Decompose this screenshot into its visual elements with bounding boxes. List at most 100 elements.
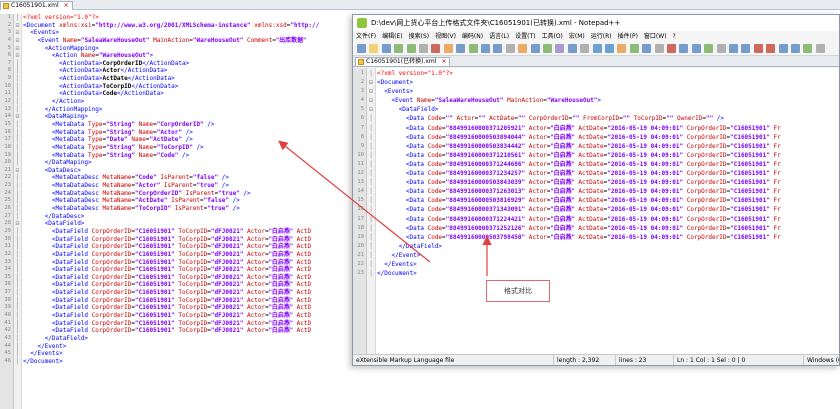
code-token: "2016-05-19 04:09:01" <box>607 206 684 214</box>
toolbar-button-icon[interactable] <box>667 44 676 53</box>
toolbar-button-icon[interactable] <box>679 44 689 53</box>
toolbar-button-icon[interactable] <box>592 44 602 53</box>
code-token: Actor <box>243 296 266 304</box>
code-line[interactable]: </Document> <box>377 269 839 278</box>
fold-toggle-icon[interactable]: ⊟ <box>14 29 21 37</box>
menu-item[interactable]: 编辑(E) <box>379 31 405 42</box>
menu-item[interactable]: 搜索(S) <box>406 31 433 42</box>
toolbar-button-icon[interactable] <box>605 44 614 53</box>
fold-toggle-icon[interactable]: ⊟ <box>14 22 21 30</box>
toolbar-button-icon[interactable] <box>357 44 366 53</box>
toolbar-button-icon[interactable] <box>518 44 528 53</box>
menu-item[interactable]: 视图(V) <box>432 31 459 42</box>
toolbar-button-icon[interactable] <box>691 44 701 53</box>
toolbar-button-icon[interactable] <box>642 44 652 53</box>
toolbar-button-icon[interactable] <box>567 44 577 53</box>
code-line[interactable]: <Data Code="88499160000371205921" Actor=… <box>377 124 839 133</box>
fold-toggle-icon[interactable]: ⊟ <box>367 96 375 105</box>
code-line[interactable]: <Document> <box>377 78 839 87</box>
toolbar-button-icon[interactable] <box>381 44 391 53</box>
toolbar-button-icon[interactable] <box>716 44 726 53</box>
code-line[interactable]: <Data Code="88499160000371224421" Actor=… <box>377 215 839 224</box>
menu-item[interactable]: 运行(R) <box>588 31 615 42</box>
toolbar-button-icon[interactable] <box>629 44 639 53</box>
code-line[interactable]: <Data Code="88499160000503843039" Actor=… <box>377 178 839 187</box>
code-line[interactable]: </Events> <box>377 260 839 269</box>
menu-item[interactable]: 插件(P) <box>615 31 641 42</box>
toolbar-button-icon[interactable] <box>778 44 788 53</box>
toolbar-button-icon[interactable] <box>481 44 490 53</box>
close-tab-icon[interactable]: × <box>441 58 446 66</box>
fold-line: │ <box>15 266 20 274</box>
toolbar-button-icon[interactable] <box>791 44 800 53</box>
menu-item[interactable]: 宏(M) <box>566 31 588 42</box>
npp-file-tab[interactable]: C16051901(已转换).xml × <box>355 57 451 66</box>
npp-code-area[interactable]: <?xml version="1.0"?> <Document> <Events>… <box>377 69 839 353</box>
code-token: /> <box>218 174 229 182</box>
fold-toggle-icon[interactable]: ⊟ <box>367 87 375 96</box>
toolbar-button-icon[interactable] <box>443 44 453 53</box>
close-tab-icon[interactable]: × <box>64 2 69 10</box>
toolbar-button-icon[interactable] <box>456 44 466 53</box>
fold-toggle-icon[interactable]: ⊟ <box>14 220 21 228</box>
menu-item[interactable]: 设置(T) <box>512 31 538 42</box>
fold-line: │ <box>15 98 20 106</box>
fold-toggle-icon[interactable]: ⊟ <box>367 78 375 87</box>
toolbar-button-icon[interactable] <box>803 44 813 53</box>
code-line[interactable]: <Data Code="88499160000503894044" Actor=… <box>377 133 839 142</box>
fold-toggle-icon[interactable]: ⊟ <box>14 37 21 45</box>
toolbar-button-icon[interactable] <box>741 44 751 53</box>
line-number: 6 <box>360 115 364 122</box>
toolbar-button-icon[interactable] <box>543 44 552 53</box>
toolbar-button-icon[interactable] <box>729 44 738 53</box>
menu-item[interactable]: ? <box>670 31 679 42</box>
toolbar-button-icon[interactable] <box>753 44 763 53</box>
code-line[interactable]: <Data Code="88499160000503798450" Actor=… <box>377 233 839 242</box>
code-line[interactable]: <Data Code="88499160000371244686" Actor=… <box>377 160 839 169</box>
code-line[interactable]: </DataField> <box>377 242 839 251</box>
toolbar-button-icon[interactable] <box>369 44 379 53</box>
toolbar-button-icon[interactable] <box>493 44 503 53</box>
menu-item[interactable]: 语言(L) <box>486 31 512 42</box>
line-number: 23 <box>357 270 364 277</box>
code-line[interactable]: <Data Code="" Actor="" ActDate="" CorpOr… <box>377 114 839 123</box>
toolbar-button-icon[interactable] <box>704 44 714 53</box>
code-line[interactable]: <Data Code="88499160000371263013" Actor=… <box>377 187 839 196</box>
code-line[interactable]: <Data Code="88499160000371234257" Actor=… <box>377 169 839 178</box>
code-line[interactable]: <Event Name="SaleaWareHouseOut" MainActi… <box>377 96 839 105</box>
toolbar-button-icon[interactable] <box>815 44 825 53</box>
fold-toggle-icon[interactable]: ⊟ <box>14 52 21 60</box>
code-line[interactable]: <Data Code="88499160000371343091" Actor=… <box>377 205 839 214</box>
toolbar-button-icon[interactable] <box>766 44 776 53</box>
code-line[interactable]: <Data Code="88499160000503834442" Actor=… <box>377 142 839 151</box>
fold-toggle-icon[interactable]: ⊟ <box>14 113 21 121</box>
menu-item[interactable]: 工具(O) <box>538 31 565 42</box>
toolbar-button-icon[interactable] <box>580 44 590 53</box>
toolbar-button-icon[interactable] <box>555 44 565 53</box>
code-line[interactable]: </Event> <box>377 251 839 260</box>
code-token: /> <box>203 120 215 128</box>
back-file-tab[interactable]: C16051901.xml × <box>0 1 73 10</box>
fold-toggle-icon[interactable]: ⊟ <box>14 45 21 53</box>
fold-toggle-icon[interactable]: ⊟ <box>367 105 375 114</box>
code-line[interactable]: <?xml version="1.0"?> <box>377 69 839 78</box>
menu-item[interactable]: 文件(F) <box>353 31 379 42</box>
code-line[interactable]: <Data Code="88499160000371252126" Actor=… <box>377 224 839 233</box>
code-line[interactable]: <Data Code="88499160000503816929" Actor=… <box>377 196 839 205</box>
code-line[interactable]: <Events> <box>377 87 839 96</box>
menu-item[interactable]: 编码(N) <box>459 31 486 42</box>
code-line[interactable]: <DataField> <box>377 105 839 114</box>
toolbar-button-icon[interactable] <box>530 44 540 53</box>
menu-item[interactable]: 窗口(W) <box>641 31 670 42</box>
toolbar-button-icon[interactable] <box>431 44 441 53</box>
title-bar[interactable]: D:\dev\网上货心平台上传格式文件夹\C16051901(已转换).xml … <box>353 15 839 31</box>
toolbar-button-icon[interactable] <box>617 44 627 53</box>
toolbar-button-icon[interactable] <box>406 44 416 53</box>
toolbar-button-icon[interactable] <box>394 44 404 53</box>
toolbar-button-icon[interactable] <box>468 44 478 53</box>
toolbar-button-icon[interactable] <box>505 44 515 53</box>
toolbar-button-icon[interactable] <box>419 44 428 53</box>
code-line[interactable]: <Data Code="88499160000371210561" Actor=… <box>377 151 839 160</box>
toolbar-button-icon[interactable] <box>654 44 664 53</box>
